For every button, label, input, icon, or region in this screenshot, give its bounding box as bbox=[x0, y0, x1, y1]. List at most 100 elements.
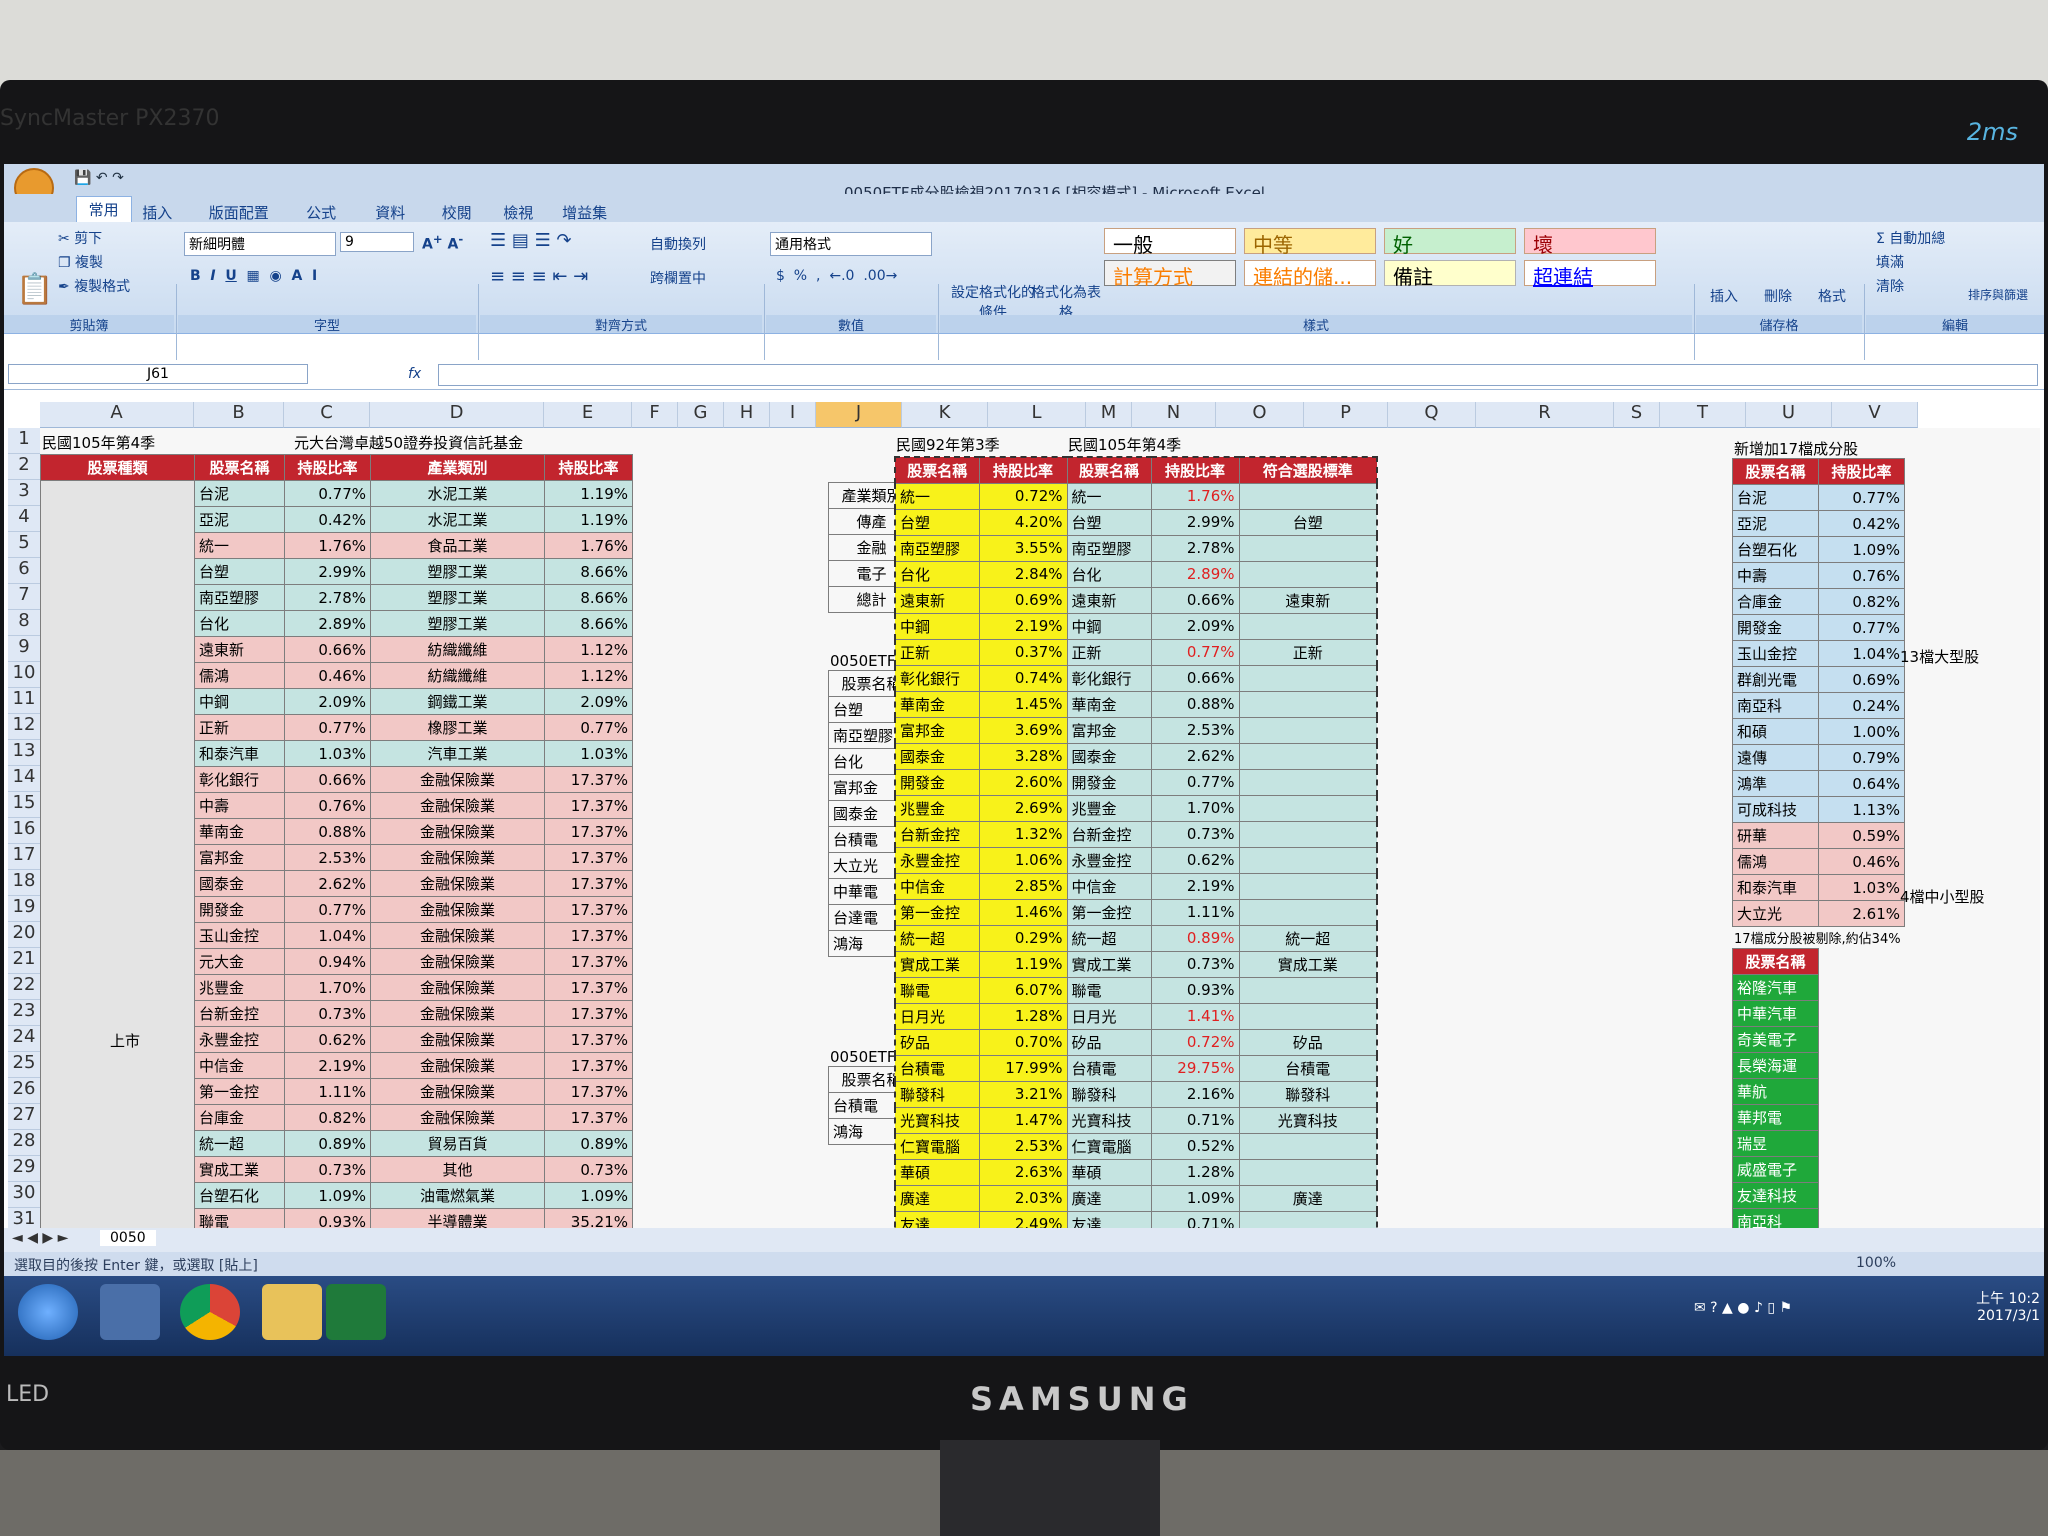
criteria[interactable] bbox=[1238, 898, 1378, 926]
weight[interactable]: 0.77% bbox=[284, 480, 371, 507]
weight[interactable]: 0.73% bbox=[284, 1156, 371, 1183]
stock-name[interactable]: 統一超 bbox=[194, 1130, 285, 1157]
weight-92[interactable]: 0.37% bbox=[978, 638, 1068, 666]
weight-105[interactable]: 1.76% bbox=[1150, 482, 1240, 510]
weight-92[interactable]: 0.72% bbox=[978, 482, 1068, 510]
weight[interactable]: 0.76% bbox=[1818, 562, 1905, 589]
stock-type-cell[interactable] bbox=[40, 870, 195, 897]
stock-type-cell[interactable] bbox=[40, 974, 195, 1001]
stock-name[interactable]: 亞泥 bbox=[1732, 510, 1819, 537]
stock-name[interactable]: 台泥 bbox=[1732, 484, 1819, 511]
industry[interactable]: 其他 bbox=[370, 1156, 545, 1183]
stock-name[interactable]: 合庫金 bbox=[1732, 588, 1819, 615]
weight-105[interactable]: 1.11% bbox=[1150, 898, 1240, 926]
industry-weight[interactable]: 17.37% bbox=[544, 1104, 633, 1131]
stock-type-cell[interactable] bbox=[40, 688, 195, 715]
stock-name[interactable]: 奇美電子 bbox=[1732, 1026, 1819, 1053]
weight-105[interactable]: 0.62% bbox=[1150, 846, 1240, 874]
stock-name-105[interactable]: 富邦金 bbox=[1066, 716, 1152, 744]
listed-label[interactable]: 上市 bbox=[110, 1030, 140, 1051]
column-header[interactable]: E bbox=[544, 402, 632, 428]
stock-name[interactable]: 玉山金控 bbox=[1732, 640, 1819, 667]
compare-title-92[interactable]: 民國92年第3季 bbox=[896, 434, 1000, 455]
column-title[interactable]: 股票名稱 bbox=[894, 456, 980, 484]
column-title[interactable]: 持股比率 bbox=[978, 456, 1068, 484]
weight-105[interactable]: 0.77% bbox=[1150, 638, 1240, 666]
weight[interactable]: 0.82% bbox=[284, 1104, 371, 1131]
stock-name[interactable]: 台塑石化 bbox=[1732, 536, 1819, 563]
style-normal[interactable]: 一般 bbox=[1104, 228, 1236, 257]
stock-name[interactable]: 元大金 bbox=[194, 948, 285, 975]
stock-name-92[interactable]: 富邦金 bbox=[894, 716, 980, 744]
weight-105[interactable]: 2.89% bbox=[1150, 560, 1240, 588]
industry-weight[interactable]: 1.19% bbox=[544, 506, 633, 533]
stock-name-92[interactable]: 第一金控 bbox=[894, 898, 980, 926]
industry[interactable]: 金融保險業 bbox=[370, 1026, 545, 1053]
stock-name[interactable]: 儒鴻 bbox=[194, 662, 285, 689]
weight[interactable]: 2.78% bbox=[284, 584, 371, 611]
stock-name[interactable]: 和碩 bbox=[1732, 718, 1819, 745]
weight[interactable]: 2.89% bbox=[284, 610, 371, 637]
industry[interactable]: 金融保險業 bbox=[370, 792, 545, 819]
criteria[interactable]: 台積電 bbox=[1238, 1054, 1378, 1082]
weight[interactable]: 0.59% bbox=[1818, 822, 1905, 849]
row-header[interactable]: 12 bbox=[8, 714, 40, 740]
stock-name[interactable]: 永豐金控 bbox=[194, 1026, 285, 1053]
industry[interactable]: 金融保險業 bbox=[370, 974, 545, 1001]
stock-name-92[interactable]: 中鋼 bbox=[894, 612, 980, 640]
folder-icon[interactable] bbox=[262, 1284, 322, 1340]
stock-type-cell[interactable] bbox=[40, 1104, 195, 1131]
stock-name-92[interactable]: 中信金 bbox=[894, 872, 980, 900]
criteria[interactable]: 聯發科 bbox=[1238, 1080, 1378, 1108]
stock-type-cell[interactable] bbox=[40, 1182, 195, 1209]
merge-center-button[interactable]: 跨欄置中 bbox=[650, 268, 706, 288]
stock-type-cell[interactable] bbox=[40, 792, 195, 819]
stock-name-105[interactable]: 遠東新 bbox=[1066, 586, 1152, 614]
weight[interactable]: 1.09% bbox=[1818, 536, 1905, 563]
stock-name-105[interactable]: 開發金 bbox=[1066, 768, 1152, 796]
weight[interactable]: 0.73% bbox=[284, 1000, 371, 1027]
column-header[interactable]: R bbox=[1476, 402, 1614, 428]
insert-cells-button[interactable]: 插入 bbox=[1710, 286, 1738, 306]
stock-name-105[interactable]: 華南金 bbox=[1066, 690, 1152, 718]
column-title[interactable]: 股票種類 bbox=[40, 454, 195, 481]
weight-105[interactable]: 2.19% bbox=[1150, 872, 1240, 900]
industry-weight[interactable]: 17.37% bbox=[544, 1000, 633, 1027]
stock-name-105[interactable]: 仁寶電腦 bbox=[1066, 1132, 1152, 1160]
stock-name-92[interactable]: 華南金 bbox=[894, 690, 980, 718]
column-header[interactable]: K bbox=[902, 402, 988, 428]
stock-type-cell[interactable] bbox=[40, 922, 195, 949]
column-header[interactable]: J bbox=[816, 402, 902, 428]
removed-title[interactable]: 17檔成分股被剔除,約佔34% bbox=[1734, 928, 1901, 947]
column-header[interactable]: T bbox=[1660, 402, 1746, 428]
criteria[interactable] bbox=[1238, 560, 1378, 588]
row-header[interactable]: 13 bbox=[8, 740, 40, 766]
stock-name-105[interactable]: 中鋼 bbox=[1066, 612, 1152, 640]
weight-92[interactable]: 2.03% bbox=[978, 1184, 1068, 1212]
criteria[interactable] bbox=[1238, 872, 1378, 900]
start-button-icon[interactable] bbox=[18, 1284, 78, 1340]
weight-92[interactable]: 2.63% bbox=[978, 1158, 1068, 1186]
stock-name-105[interactable]: 彰化銀行 bbox=[1066, 664, 1152, 692]
stock-name-92[interactable]: 開發金 bbox=[894, 768, 980, 796]
row-header[interactable]: 29 bbox=[8, 1156, 40, 1182]
column-title[interactable]: 股票名稱 bbox=[194, 454, 285, 481]
row-header[interactable]: 7 bbox=[8, 584, 40, 610]
criteria[interactable] bbox=[1238, 1158, 1378, 1186]
weight-92[interactable]: 2.69% bbox=[978, 794, 1068, 822]
industry[interactable]: 水泥工業 bbox=[370, 506, 545, 533]
weight-105[interactable]: 1.09% bbox=[1150, 1184, 1240, 1212]
row-header[interactable]: 16 bbox=[8, 818, 40, 844]
row-header[interactable]: 17 bbox=[8, 844, 40, 870]
weight[interactable]: 0.94% bbox=[284, 948, 371, 975]
row-header[interactable]: 9 bbox=[8, 636, 40, 662]
weight[interactable]: 2.09% bbox=[284, 688, 371, 715]
weight-92[interactable]: 17.99% bbox=[978, 1054, 1068, 1082]
weight-92[interactable]: 6.07% bbox=[978, 976, 1068, 1004]
stock-name[interactable]: 長榮海運 bbox=[1732, 1052, 1819, 1079]
stock-name-105[interactable]: 日月光 bbox=[1066, 1002, 1152, 1030]
font-format-buttons[interactable]: B I U ▦ ◉ A І bbox=[190, 268, 317, 284]
note-small-cap[interactable]: 4檔中小型股 bbox=[1900, 886, 1985, 907]
column-header[interactable]: F bbox=[632, 402, 678, 428]
criteria[interactable]: 廣達 bbox=[1238, 1184, 1378, 1212]
